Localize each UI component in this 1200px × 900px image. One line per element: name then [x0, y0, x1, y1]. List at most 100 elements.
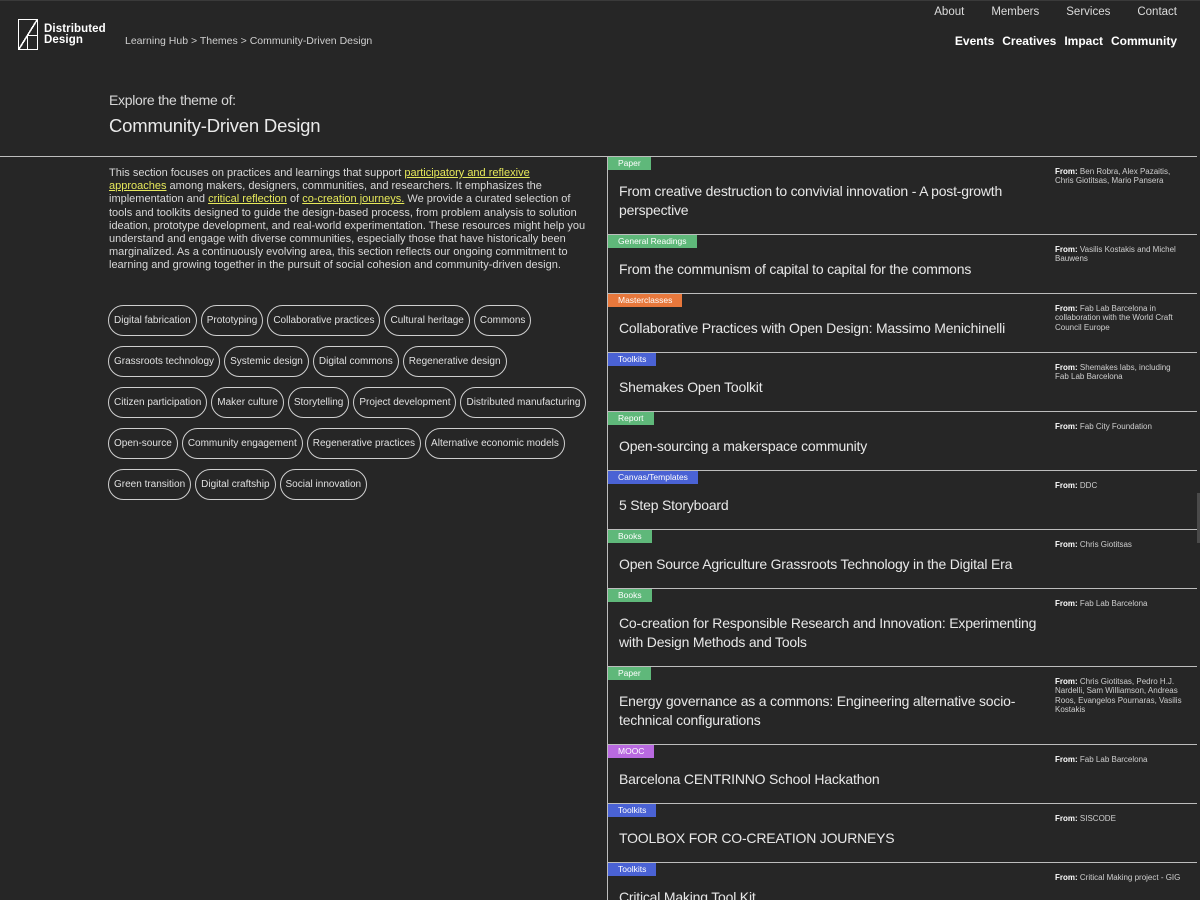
from-label: From: [1055, 755, 1078, 764]
resource-title[interactable]: Open-sourcing a makerspace community [619, 437, 1049, 456]
from-label: From: [1055, 677, 1078, 686]
tag-button[interactable]: Social innovation [279, 469, 368, 500]
resource-title[interactable]: Barcelona CENTRINNO School Hackathon [619, 770, 1049, 789]
tag-button[interactable]: Commons [473, 305, 532, 336]
nav-events[interactable]: Events [955, 34, 994, 48]
resource-type-badge: MOOC [608, 745, 655, 758]
resource-title[interactable]: Shemakes Open Toolkit [619, 378, 1049, 397]
tag-button[interactable]: Systemic design [224, 346, 309, 377]
resource-item[interactable]: Paper Energy governance as a commons: Eng… [607, 667, 1197, 745]
resource-type-badge: Canvas/Templates [608, 471, 698, 484]
authors-text: Critical Making project - GIG [1079, 873, 1181, 882]
resource-item[interactable]: Toolkits Critical Making Tool Kit From: Cr… [607, 863, 1197, 900]
resource-title[interactable]: TOOLBOX FOR CO-CREATION JOURNEYS [619, 829, 1049, 848]
resource-type-badge: Books [608, 589, 652, 602]
nav-impact[interactable]: Impact [1064, 34, 1103, 48]
resource-item[interactable]: Masterclasses Collaborative Practices wit… [607, 294, 1197, 353]
resource-authors: From: Vasilis Kostakis and Michel Bauwen… [1055, 245, 1183, 264]
tag-button[interactable]: Digital fabrication [108, 305, 197, 336]
resource-title[interactable]: From the communism of capital to capital… [619, 260, 1049, 279]
resource-title[interactable]: Open Source Agriculture Grassroots Techn… [619, 555, 1049, 574]
tag-button[interactable]: Regenerative practices [306, 428, 422, 459]
from-label: From: [1055, 363, 1078, 372]
resource-type-badge: Books [608, 530, 652, 543]
resource-list: Paper From creative destruction to conviv… [607, 157, 1197, 900]
from-label: From: [1055, 540, 1078, 549]
tag-button[interactable]: Open-source [108, 428, 178, 459]
logo-mark-icon [18, 19, 38, 50]
resource-authors: From: Ben Robra, Alex Pazaitis, Chris Gi… [1055, 167, 1183, 186]
from-label: From: [1055, 422, 1078, 431]
nav-about[interactable]: About [934, 6, 964, 18]
nav-creatives[interactable]: Creatives [1002, 34, 1056, 48]
resource-type-badge: Paper [608, 667, 651, 680]
resource-title[interactable]: Co-creation for Responsible Research and… [619, 614, 1049, 651]
site-logo[interactable]: Distributed Design [18, 19, 106, 50]
nav-services[interactable]: Services [1066, 6, 1110, 18]
resource-authors: From: Chris Giotitsas, Pedro H.J. Nardel… [1055, 677, 1183, 715]
tag-button[interactable]: Digital craftship [195, 469, 276, 500]
resource-item[interactable]: Books Open Source Agriculture Grassroots … [607, 530, 1197, 589]
link-co-creation-journeys[interactable]: co-creation journeys. [302, 193, 404, 205]
tag-button[interactable]: Cultural heritage [384, 305, 470, 336]
resource-item[interactable]: Paper From creative destruction to conviv… [607, 157, 1197, 235]
resource-type-badge: Toolkits [608, 353, 657, 366]
tag-button[interactable]: Maker culture [211, 387, 284, 418]
from-label: From: [1055, 167, 1078, 176]
resource-authors: From: Fab Lab Barcelona [1055, 599, 1183, 608]
authors-text: Fab Lab Barcelona [1079, 599, 1148, 608]
logo-line-2: Design [44, 33, 83, 46]
nav-contact[interactable]: Contact [1137, 6, 1177, 18]
theme-kicker: Explore the theme of: [109, 92, 236, 108]
theme-description: This section focuses on practices and le… [109, 167, 586, 272]
from-label: From: [1055, 304, 1078, 313]
authors-text: Fab City Foundation [1079, 422, 1152, 431]
resource-authors: From: Chris Giotitsas [1055, 540, 1183, 549]
nav-members[interactable]: Members [991, 6, 1039, 18]
authors-text: SISCODE [1079, 814, 1116, 823]
resource-item[interactable]: Toolkits TOOLBOX FOR CO-CREATION JOURNEYS… [607, 804, 1197, 863]
resource-type-badge: Report [608, 412, 654, 425]
tag-button[interactable]: Collaborative practices [267, 305, 381, 336]
resource-item[interactable]: General Readings From the communism of ca… [607, 235, 1197, 294]
resource-authors: From: Critical Making project - GIG [1055, 873, 1183, 882]
resource-title[interactable]: Critical Making Tool Kit [619, 888, 1049, 900]
resource-item[interactable]: Report Open-sourcing a makerspace communi… [607, 412, 1197, 471]
tag-button[interactable]: Project development [353, 387, 457, 418]
resource-type-badge: Masterclasses [608, 294, 683, 307]
from-label: From: [1055, 481, 1078, 490]
authors-text: DDC [1079, 481, 1098, 490]
resource-title[interactable]: Collaborative Practices with Open Design… [619, 319, 1049, 338]
resource-type-badge: Paper [608, 157, 651, 170]
tag-button[interactable]: Regenerative design [402, 346, 507, 377]
tag-list: Digital fabrication Prototyping Collaborat… [108, 305, 588, 500]
resource-authors: From: Shemakes labs, including Fab Lab B… [1055, 363, 1183, 382]
tag-button[interactable]: Digital commons [312, 346, 399, 377]
main-nav: Events Creatives Impact Community [955, 34, 1177, 48]
resource-item[interactable]: Books Co-creation for Responsible Researc… [607, 589, 1197, 667]
tag-button[interactable]: Green transition [108, 469, 192, 500]
tag-button[interactable]: Prototyping [200, 305, 264, 336]
tag-button[interactable]: Grassroots technology [108, 346, 221, 377]
resource-title[interactable]: Energy governance as a commons: Engineer… [619, 692, 1049, 729]
link-critical-reflection[interactable]: critical reflection [208, 193, 287, 205]
resource-item[interactable]: Canvas/Templates 5 Step Storyboard From: D… [607, 471, 1197, 530]
from-label: From: [1055, 873, 1078, 882]
resource-type-badge: General Readings [608, 235, 697, 248]
tag-button[interactable]: Distributed manufacturing [460, 387, 587, 418]
breadcrumb[interactable]: Learning Hub > Themes > Community-Driven… [125, 35, 372, 47]
resource-authors: From: DDC [1055, 481, 1183, 490]
resource-title[interactable]: 5 Step Storyboard [619, 496, 1049, 515]
from-label: From: [1055, 245, 1078, 254]
resource-item[interactable]: MOOC Barcelona CENTRINNO School Hackathon… [607, 745, 1197, 804]
authors-text: Chris Giotitsas [1079, 540, 1132, 549]
tag-button[interactable]: Storytelling [287, 387, 350, 418]
nav-community[interactable]: Community [1111, 34, 1177, 48]
tag-button[interactable]: Citizen participation [108, 387, 208, 418]
resource-item[interactable]: Toolkits Shemakes Open Toolkit From: Shema… [607, 353, 1197, 412]
tag-button[interactable]: Community engagement [181, 428, 303, 459]
authors-text: Fab Lab Barcelona [1079, 755, 1148, 764]
resource-title[interactable]: From creative destruction to convivial i… [619, 182, 1049, 219]
tag-button[interactable]: Alternative economic models [425, 428, 565, 459]
resource-authors: From: Fab Lab Barcelona [1055, 755, 1183, 764]
